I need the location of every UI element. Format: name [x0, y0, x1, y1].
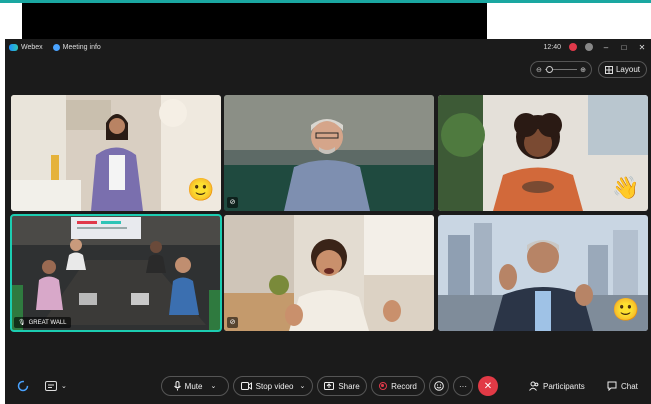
record-label: Record	[391, 381, 417, 391]
mic-icon: 🎙	[18, 320, 26, 326]
video-camera-icon	[240, 382, 252, 390]
chat-label: Chat	[621, 381, 638, 391]
participants-button[interactable]: Participants	[529, 376, 585, 396]
webex-window: Webex Meeting info 12:40 – □ ✕ ⊖ ⊕ Layou…	[5, 39, 651, 404]
layout-icon	[604, 65, 613, 74]
zoom-out-icon[interactable]: ⊖	[536, 66, 542, 74]
chevron-down-icon[interactable]: ⌄	[210, 382, 216, 390]
layout-controls: ⊖ ⊕ Layout	[529, 61, 647, 78]
share-button[interactable]: Share	[317, 376, 367, 396]
title-bar-right: 12:40 – □ ✕	[543, 39, 647, 55]
close-icon: ✕	[483, 380, 493, 392]
meeting-controls: ⌄ Mute ⌄ Stop video ⌄ Share Record ··· ✕	[5, 376, 651, 398]
app-title: Webex	[9, 43, 43, 51]
chat-button[interactable]: Chat	[607, 376, 638, 396]
record-button[interactable]: Record	[371, 376, 425, 396]
participant-video	[11, 215, 221, 331]
smiley-icon	[434, 381, 444, 391]
zoom-knob[interactable]	[545, 66, 553, 73]
record-icon	[379, 382, 388, 390]
connection-status-button[interactable]	[17, 376, 29, 396]
participants-label: Participants	[543, 381, 585, 391]
title-bar: Webex Meeting info 12:40 – □ ✕	[5, 39, 651, 55]
muted-mic-icon: ⊘	[227, 197, 238, 208]
mute-label: Mute	[184, 381, 203, 391]
share-label: Share	[338, 381, 360, 391]
video-tile-1[interactable]: 🙂	[11, 95, 221, 211]
video-tile-3[interactable]: 👋	[438, 95, 648, 211]
more-options-button[interactable]: ···	[453, 376, 473, 396]
microphone-icon	[173, 381, 181, 391]
video-tile-4[interactable]: 🎙 GREAT WALL	[10, 214, 222, 332]
webex-logo-icon	[9, 43, 18, 51]
chevron-down-icon[interactable]: ⌄	[299, 382, 305, 390]
muted-mic-icon: ⊘	[227, 317, 238, 328]
connection-icon	[17, 380, 29, 392]
participant-video	[224, 215, 434, 331]
video-tile-5[interactable]: ⊘	[224, 215, 434, 331]
zoom-in-icon[interactable]: ⊕	[580, 66, 586, 74]
chat-icon	[607, 381, 617, 391]
recording-indicator-icon	[569, 43, 577, 51]
share-icon	[324, 382, 335, 390]
participant-name: GREAT WALL	[28, 319, 67, 326]
close-window-button[interactable]: ✕	[637, 43, 647, 52]
captions-button[interactable]: ⌄	[45, 376, 67, 396]
stop-video-button[interactable]: Stop video ⌄	[233, 376, 313, 396]
captions-icon	[45, 381, 57, 391]
zoom-slider[interactable]: ⊖ ⊕	[529, 61, 592, 78]
meeting-info-label: Meeting info	[62, 43, 101, 51]
participant-video	[224, 95, 434, 211]
minimize-button[interactable]: –	[601, 43, 611, 52]
maximize-button[interactable]: □	[619, 43, 629, 52]
clock: 12:40	[543, 43, 561, 51]
black-banner	[22, 3, 487, 39]
reactions-button[interactable]	[429, 376, 449, 396]
reaction-emoji-icon: 🙂	[187, 177, 215, 202]
stop-video-label: Stop video	[255, 381, 294, 391]
reaction-emoji-icon: 🙂	[612, 297, 640, 322]
more-icon: ···	[459, 381, 467, 391]
video-tile-2[interactable]: ⊘	[224, 95, 434, 211]
app-name: Webex	[21, 43, 43, 51]
chevron-down-icon[interactable]: ⌄	[61, 382, 67, 390]
zoom-track[interactable]	[544, 66, 578, 73]
mute-button[interactable]: Mute ⌄	[161, 376, 229, 396]
sharing-indicator-icon	[585, 43, 593, 51]
end-call-button[interactable]: ✕	[478, 376, 498, 396]
participants-icon	[529, 381, 539, 391]
layout-button[interactable]: Layout	[597, 61, 647, 78]
meeting-info-button[interactable]: Meeting info	[52, 43, 101, 51]
reaction-emoji-icon: 👋	[612, 175, 640, 200]
video-tile-6[interactable]: 🙂	[438, 215, 648, 331]
meeting-info-icon	[52, 43, 60, 51]
layout-label: Layout	[615, 65, 640, 74]
participant-name-tag: 🎙 GREAT WALL	[14, 317, 71, 328]
